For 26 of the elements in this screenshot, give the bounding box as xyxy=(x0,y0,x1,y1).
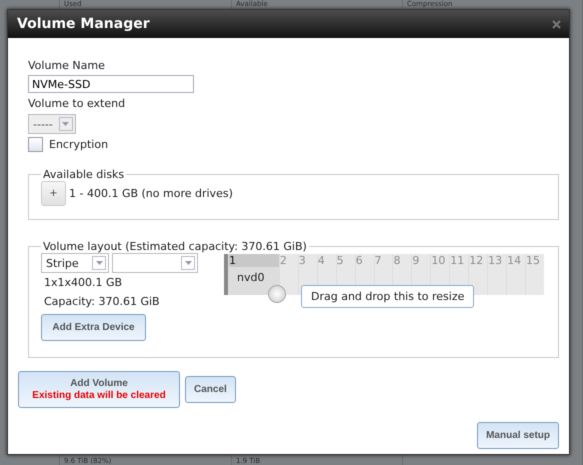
resize-handle[interactable] xyxy=(268,285,286,303)
device-cell[interactable]: nvd0 xyxy=(228,267,279,295)
checkbox-label: Encryption xyxy=(49,138,108,151)
panel-legend: Available disks xyxy=(41,168,126,181)
panel-legend: Volume layout (Estimated capacity: 370.61 GiB) xyxy=(41,240,309,253)
checkbox[interactable] xyxy=(28,137,43,152)
close-icon[interactable] xyxy=(552,20,561,28)
column-number: 1 xyxy=(228,254,279,267)
caret-icon xyxy=(62,122,70,126)
size-dropdown[interactable] xyxy=(112,253,198,273)
cancel-button[interactable]: Cancel xyxy=(185,376,236,403)
caret-icon xyxy=(184,261,192,265)
tooltip: Drag and drop this to resize xyxy=(301,285,474,308)
volume-name-field[interactable]: NVMe-SSD xyxy=(28,75,194,93)
capacity-text: Capacity: 370.61 GiB xyxy=(43,295,161,308)
add-disk-button[interactable]: + xyxy=(41,181,66,206)
window-title: Volume Manager xyxy=(17,16,150,32)
field-label: Volume to extend xyxy=(28,97,126,111)
layout-summary: 1x1x400.1 GB xyxy=(43,276,124,289)
manual-setup-button[interactable]: Manual setup xyxy=(477,422,559,449)
add-extra-device-button[interactable]: Add Extra Device xyxy=(41,314,146,341)
layout-dropdown[interactable]: Stripe xyxy=(41,253,109,273)
add-volume-button[interactable]: Add Volume Existing data will be cleared xyxy=(18,371,180,408)
field-label: Volume Name xyxy=(28,59,106,73)
disk-description: 1 - 400.1 GB (no more drives) xyxy=(69,187,233,200)
caret-icon xyxy=(96,261,102,265)
